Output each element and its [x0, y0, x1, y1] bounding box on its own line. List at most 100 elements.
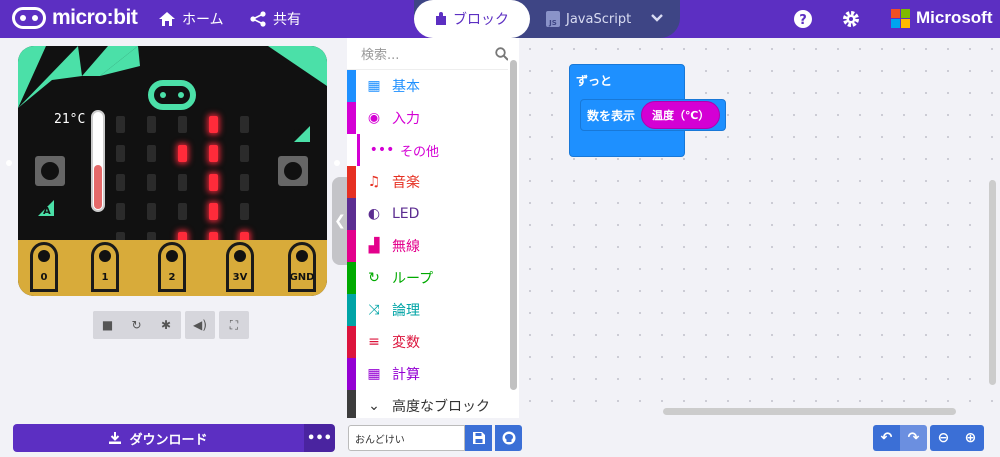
- language-dropdown[interactable]: [650, 9, 664, 31]
- pin-label: 1: [101, 272, 109, 283]
- led-pixel: [116, 174, 125, 191]
- mute-button[interactable]: ◀): [185, 311, 215, 339]
- microbit-logo[interactable]: micro:bit: [12, 6, 138, 30]
- gear-icon: [843, 11, 859, 27]
- toolbox-scroll-thumb[interactable]: [510, 60, 517, 390]
- share-label: 共有: [273, 12, 301, 28]
- toolbox-category[interactable]: ≡ 変数: [347, 326, 519, 358]
- toolbox-search[interactable]: 検索...: [347, 38, 519, 70]
- bottom-bar: ダウンロード ••• ↶ ↷ ⊖ ⊕: [0, 418, 1000, 457]
- tab-javascript-label: JavaScript: [566, 11, 632, 27]
- more-icon: •••: [307, 430, 332, 446]
- toolbox-category[interactable]: ▟ 無線: [347, 230, 519, 262]
- category-label: LED: [392, 206, 420, 222]
- workspace-horizontal-scrollbar[interactable]: [663, 408, 956, 415]
- debug-button[interactable]: ✱: [151, 311, 181, 339]
- button-a-label: A: [43, 206, 51, 217]
- chevron-left-icon: ❮: [334, 213, 346, 229]
- debug-icon: ✱: [160, 318, 172, 332]
- show-number-block[interactable]: 数を表示 温度（℃）: [580, 99, 726, 131]
- github-button[interactable]: [495, 425, 522, 451]
- search-input[interactable]: 検索...: [361, 44, 399, 63]
- stop-icon: ■: [101, 318, 114, 332]
- blocks-workspace[interactable]: ずっと 数を表示 温度（℃）: [519, 38, 1000, 418]
- download-more-button[interactable]: •••: [304, 424, 335, 452]
- settings-button[interactable]: [840, 8, 862, 30]
- sound-icon: ◀): [193, 318, 207, 332]
- headphones-icon: ♫: [367, 174, 381, 190]
- pin-0[interactable]: 0: [30, 242, 58, 292]
- collapse-simulator-button[interactable]: ❮: [332, 177, 348, 265]
- microsoft-logo-icon: [891, 8, 910, 28]
- calculator-icon: ▦: [367, 366, 381, 382]
- category-label: その他: [400, 144, 440, 160]
- stop-button[interactable]: ■: [93, 311, 122, 339]
- button-a[interactable]: [35, 156, 65, 186]
- pin-label: 0: [40, 272, 48, 283]
- button-b[interactable]: [278, 156, 308, 186]
- top-bar: micro:bit ホーム 共有 ブロック JS JavaScript ? Mi…: [0, 0, 1000, 38]
- fullscreen-icon: ⛶: [229, 317, 239, 332]
- category-color-bar: [357, 134, 360, 166]
- search-icon: [495, 46, 509, 61]
- logo-text: micro:bit: [52, 6, 138, 29]
- toolbox-category[interactable]: ⌄ 高度なブロック: [347, 390, 519, 418]
- svg-text:?: ?: [799, 13, 807, 28]
- restart-button[interactable]: ↻: [122, 311, 151, 339]
- tab-blocks[interactable]: ブロック: [414, 0, 530, 38]
- fullscreen-button[interactable]: ⛶: [219, 311, 249, 339]
- home-button[interactable]: ホーム: [158, 9, 224, 29]
- zoom-in-button[interactable]: ⊕: [957, 425, 984, 451]
- download-button[interactable]: ダウンロード: [13, 424, 304, 452]
- toolbox-category[interactable]: ••• その他: [347, 134, 519, 166]
- input-icon: ◉: [367, 110, 381, 126]
- sim-controls-group: ■ ↻ ✱: [93, 311, 181, 339]
- help-button[interactable]: ?: [792, 8, 814, 30]
- redo-icon: ↷: [907, 430, 920, 446]
- save-button[interactable]: [465, 425, 492, 451]
- temperature-readout: 21°C: [54, 112, 86, 127]
- redo-button[interactable]: ↷: [900, 425, 927, 451]
- toolbox-category[interactable]: ↻ ループ: [347, 262, 519, 294]
- toolbox-category[interactable]: ▦ 計算: [347, 358, 519, 390]
- category-label: 計算: [392, 367, 420, 383]
- loop-icon: ↻: [368, 270, 380, 286]
- zoom-out-button[interactable]: ⊖: [930, 425, 957, 451]
- temperature-slider[interactable]: [91, 110, 105, 212]
- pin-3v[interactable]: 3V: [226, 242, 254, 292]
- workspace-vertical-scrollbar[interactable]: [989, 180, 996, 385]
- category-label: 基本: [392, 79, 420, 95]
- save-icon: [472, 432, 485, 444]
- board-edge-dot: [334, 160, 340, 166]
- tab-javascript[interactable]: JS JavaScript: [546, 0, 631, 38]
- pin-label: GND: [289, 272, 315, 283]
- toolbox-category[interactable]: ♫ 音楽: [347, 166, 519, 198]
- microsoft-brand[interactable]: Microsoft: [891, 8, 993, 28]
- toolbox-category[interactable]: ▦ 基本: [347, 70, 519, 102]
- pin-1[interactable]: 1: [91, 242, 119, 292]
- category-color-bar: [347, 198, 356, 230]
- project-name-input[interactable]: [348, 425, 465, 451]
- tab-blocks-label: ブロック: [453, 12, 509, 28]
- pin-gnd[interactable]: GND: [288, 242, 316, 292]
- undo-button[interactable]: ↶: [873, 425, 900, 451]
- pin-label: 3V: [232, 272, 248, 283]
- toggle-icon: ◐: [367, 206, 381, 222]
- toolbox-category[interactable]: ◉ 入力: [347, 102, 519, 134]
- share-button[interactable]: 共有: [249, 9, 301, 29]
- category-color-bar: [347, 326, 356, 358]
- category-color-bar: [347, 230, 356, 262]
- pin-2[interactable]: 2: [158, 242, 186, 292]
- toolbox-category[interactable]: ⤨ 論理: [347, 294, 519, 326]
- temperature-reporter-block[interactable]: 温度（℃）: [641, 101, 721, 129]
- category-color-bar: [347, 390, 356, 418]
- board-logo: [148, 80, 196, 110]
- category-label: ループ: [392, 271, 434, 287]
- brand-label: Microsoft: [916, 8, 993, 27]
- led-pixel: [147, 203, 156, 220]
- forever-label: ずっと: [576, 74, 613, 88]
- home-label: ホーム: [182, 12, 224, 28]
- led-pixel: [209, 203, 218, 220]
- toolbox-category[interactable]: ◐ LED: [347, 198, 519, 230]
- restart-icon: ↻: [131, 318, 142, 332]
